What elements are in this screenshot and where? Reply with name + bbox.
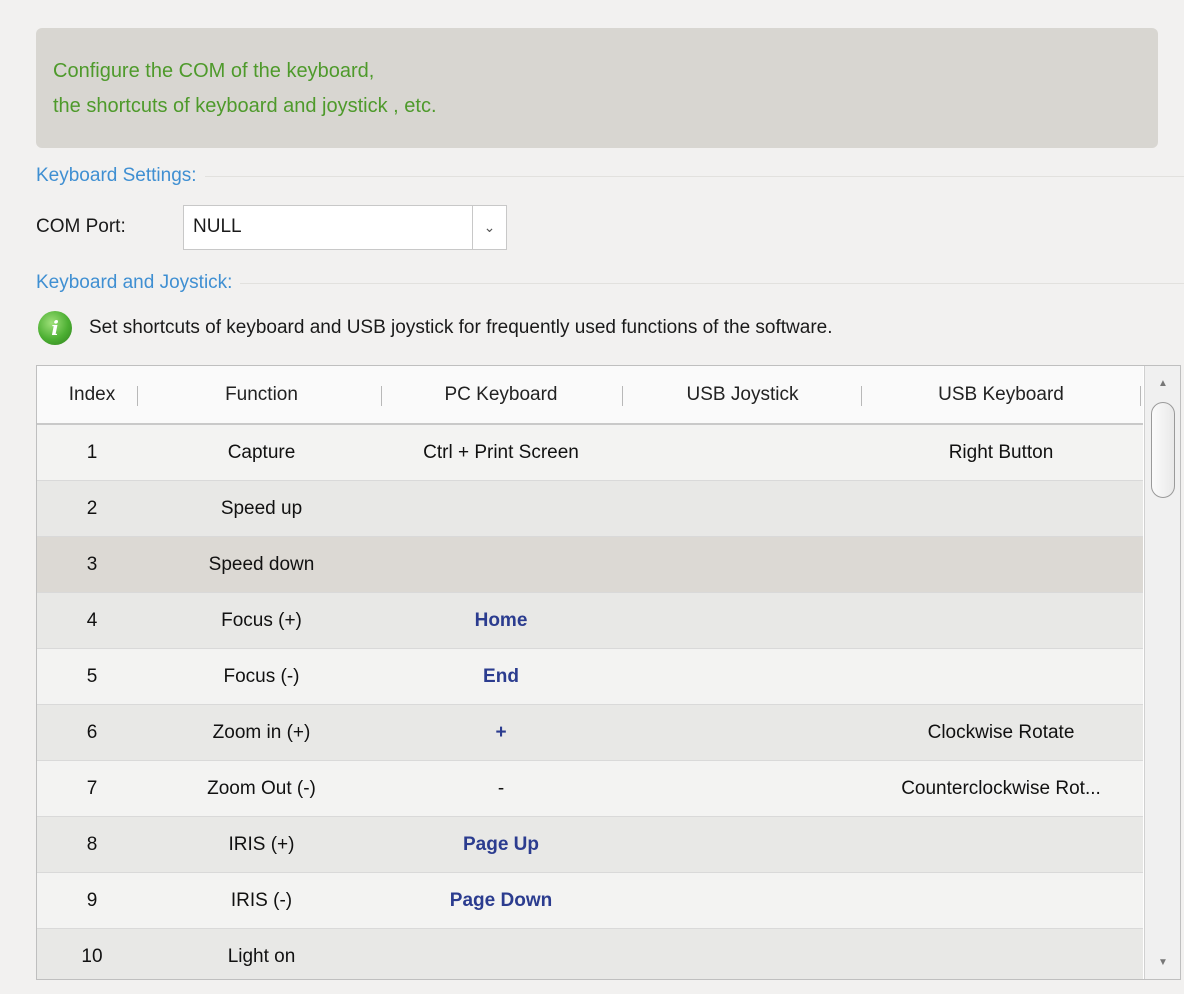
cell-pc-keyboard[interactable]: Home [376, 593, 626, 648]
table-header: Index Function PC Keyboard USB Joystick … [37, 366, 1143, 425]
table-row[interactable]: 9 IRIS (-) Page Down [37, 873, 1143, 929]
cell-usb-keyboard[interactable] [859, 649, 1143, 704]
cell-pc-keyboard[interactable]: Page Up [376, 817, 626, 872]
table-row[interactable]: 4 Focus (+) Home [37, 593, 1143, 649]
cell-function[interactable]: Capture [147, 425, 376, 480]
cell-usb-joystick[interactable] [626, 817, 859, 872]
cell-usb-keyboard[interactable] [859, 537, 1143, 592]
cell-usb-keyboard[interactable]: Clockwise Rotate [859, 705, 1143, 760]
com-port-select[interactable]: NULL ⌄ [183, 205, 507, 250]
column-header-pc-keyboard[interactable]: PC Keyboard [376, 366, 626, 423]
com-port-label: COM Port: [36, 216, 126, 237]
cell-usb-joystick[interactable] [626, 705, 859, 760]
keyboard-joystick-header: Keyboard and Joystick: [36, 272, 1184, 293]
cell-pc-keyboard[interactable]: Page Down [376, 873, 626, 928]
cell-usb-joystick[interactable] [626, 481, 859, 536]
info-icon: i [38, 311, 72, 345]
vertical-scrollbar[interactable]: ▲ ▼ [1144, 366, 1180, 979]
cell-function[interactable]: Focus (+) [147, 593, 376, 648]
cell-pc-keyboard[interactable]: - [376, 761, 626, 816]
table-row[interactable]: 2 Speed up [37, 481, 1143, 537]
table-body: 1 Capture Ctrl + Print Screen Right Button 2… [37, 425, 1143, 979]
arrow-down-icon[interactable]: ▼ [1145, 945, 1180, 979]
cell-usb-joystick[interactable] [626, 873, 859, 928]
cell-usb-joystick[interactable] [626, 649, 859, 704]
description-banner: Configure the COM of the keyboard, the s… [36, 28, 1158, 148]
cell-index[interactable]: 7 [37, 761, 147, 816]
table-row[interactable]: 5 Focus (-) End [37, 649, 1143, 705]
column-header-usb-joystick[interactable]: USB Joystick [626, 366, 859, 423]
table-row[interactable]: 7 Zoom Out (-) - Counterclockwise Rot... [37, 761, 1143, 817]
column-header-function[interactable]: Function [147, 366, 376, 423]
cell-pc-keyboard[interactable]: + [376, 705, 626, 760]
keyboard-settings-title: Keyboard Settings: [36, 165, 197, 186]
cell-index[interactable]: 4 [37, 593, 147, 648]
cell-index[interactable]: 3 [37, 537, 147, 592]
column-separator[interactable] [1140, 386, 1141, 406]
cell-index[interactable]: 1 [37, 425, 147, 480]
cell-function[interactable]: IRIS (-) [147, 873, 376, 928]
cell-usb-joystick[interactable] [626, 425, 859, 480]
cell-usb-joystick[interactable] [626, 929, 859, 979]
cell-usb-keyboard[interactable] [859, 481, 1143, 536]
column-separator[interactable] [137, 386, 138, 406]
keyboard-settings-header: Keyboard Settings: [36, 165, 1184, 186]
column-header-usb-keyboard[interactable]: USB Keyboard [859, 366, 1143, 423]
column-header-index[interactable]: Index [37, 366, 147, 423]
cell-function[interactable]: Light on [147, 929, 376, 979]
cell-function[interactable]: Zoom in (+) [147, 705, 376, 760]
cell-function[interactable]: Speed up [147, 481, 376, 536]
cell-usb-keyboard[interactable] [859, 873, 1143, 928]
cell-index[interactable]: 10 [37, 929, 147, 979]
banner-line-1: Configure the COM of the keyboard, [53, 60, 375, 82]
cell-index[interactable]: 2 [37, 481, 147, 536]
cell-usb-keyboard[interactable] [859, 593, 1143, 648]
table-row[interactable]: 6 Zoom in (+) + Clockwise Rotate [37, 705, 1143, 761]
scrollbar-thumb[interactable] [1151, 402, 1175, 498]
section-divider [204, 175, 1184, 177]
table-row[interactable]: 3 Speed down [37, 537, 1143, 593]
shortcut-hint-text: Set shortcuts of keyboard and USB joysti… [89, 317, 833, 338]
cell-index[interactable]: 9 [37, 873, 147, 928]
table-row[interactable]: 8 IRIS (+) Page Up [37, 817, 1143, 873]
cell-pc-keyboard[interactable] [376, 929, 626, 979]
cell-function[interactable]: Focus (-) [147, 649, 376, 704]
keyboard-joystick-settings-panel: Configure the COM of the keyboard, the s… [0, 0, 1184, 994]
chevron-down-icon[interactable]: ⌄ [472, 206, 506, 249]
column-separator[interactable] [622, 386, 623, 406]
cell-index[interactable]: 5 [37, 649, 147, 704]
com-port-value: NULL [193, 216, 242, 237]
cell-pc-keyboard[interactable]: Ctrl + Print Screen [376, 425, 626, 480]
cell-usb-joystick[interactable] [626, 593, 859, 648]
cell-pc-keyboard[interactable]: End [376, 649, 626, 704]
cell-function[interactable]: IRIS (+) [147, 817, 376, 872]
cell-usb-keyboard[interactable]: Counterclockwise Rot... [859, 761, 1143, 816]
shortcut-hint: i Set shortcuts of keyboard and USB joys… [38, 311, 833, 345]
cell-index[interactable]: 6 [37, 705, 147, 760]
cell-index[interactable]: 8 [37, 817, 147, 872]
cell-pc-keyboard[interactable] [376, 537, 626, 592]
cell-pc-keyboard[interactable] [376, 481, 626, 536]
section-divider [240, 282, 1184, 284]
cell-usb-keyboard[interactable]: Right Button [859, 425, 1143, 480]
cell-usb-joystick[interactable] [626, 761, 859, 816]
table-row[interactable]: 10 Light on [37, 929, 1143, 979]
table-row[interactable]: 1 Capture Ctrl + Print Screen Right Button [37, 425, 1143, 481]
banner-line-2: the shortcuts of keyboard and joystick ,… [53, 95, 437, 117]
cell-usb-keyboard[interactable] [859, 817, 1143, 872]
shortcut-table: Index Function PC Keyboard USB Joystick … [36, 365, 1181, 980]
cell-function[interactable]: Zoom Out (-) [147, 761, 376, 816]
cell-function[interactable]: Speed down [147, 537, 376, 592]
arrow-up-icon[interactable]: ▲ [1145, 366, 1180, 400]
cell-usb-joystick[interactable] [626, 537, 859, 592]
keyboard-joystick-title: Keyboard and Joystick: [36, 272, 233, 293]
cell-usb-keyboard[interactable] [859, 929, 1143, 979]
